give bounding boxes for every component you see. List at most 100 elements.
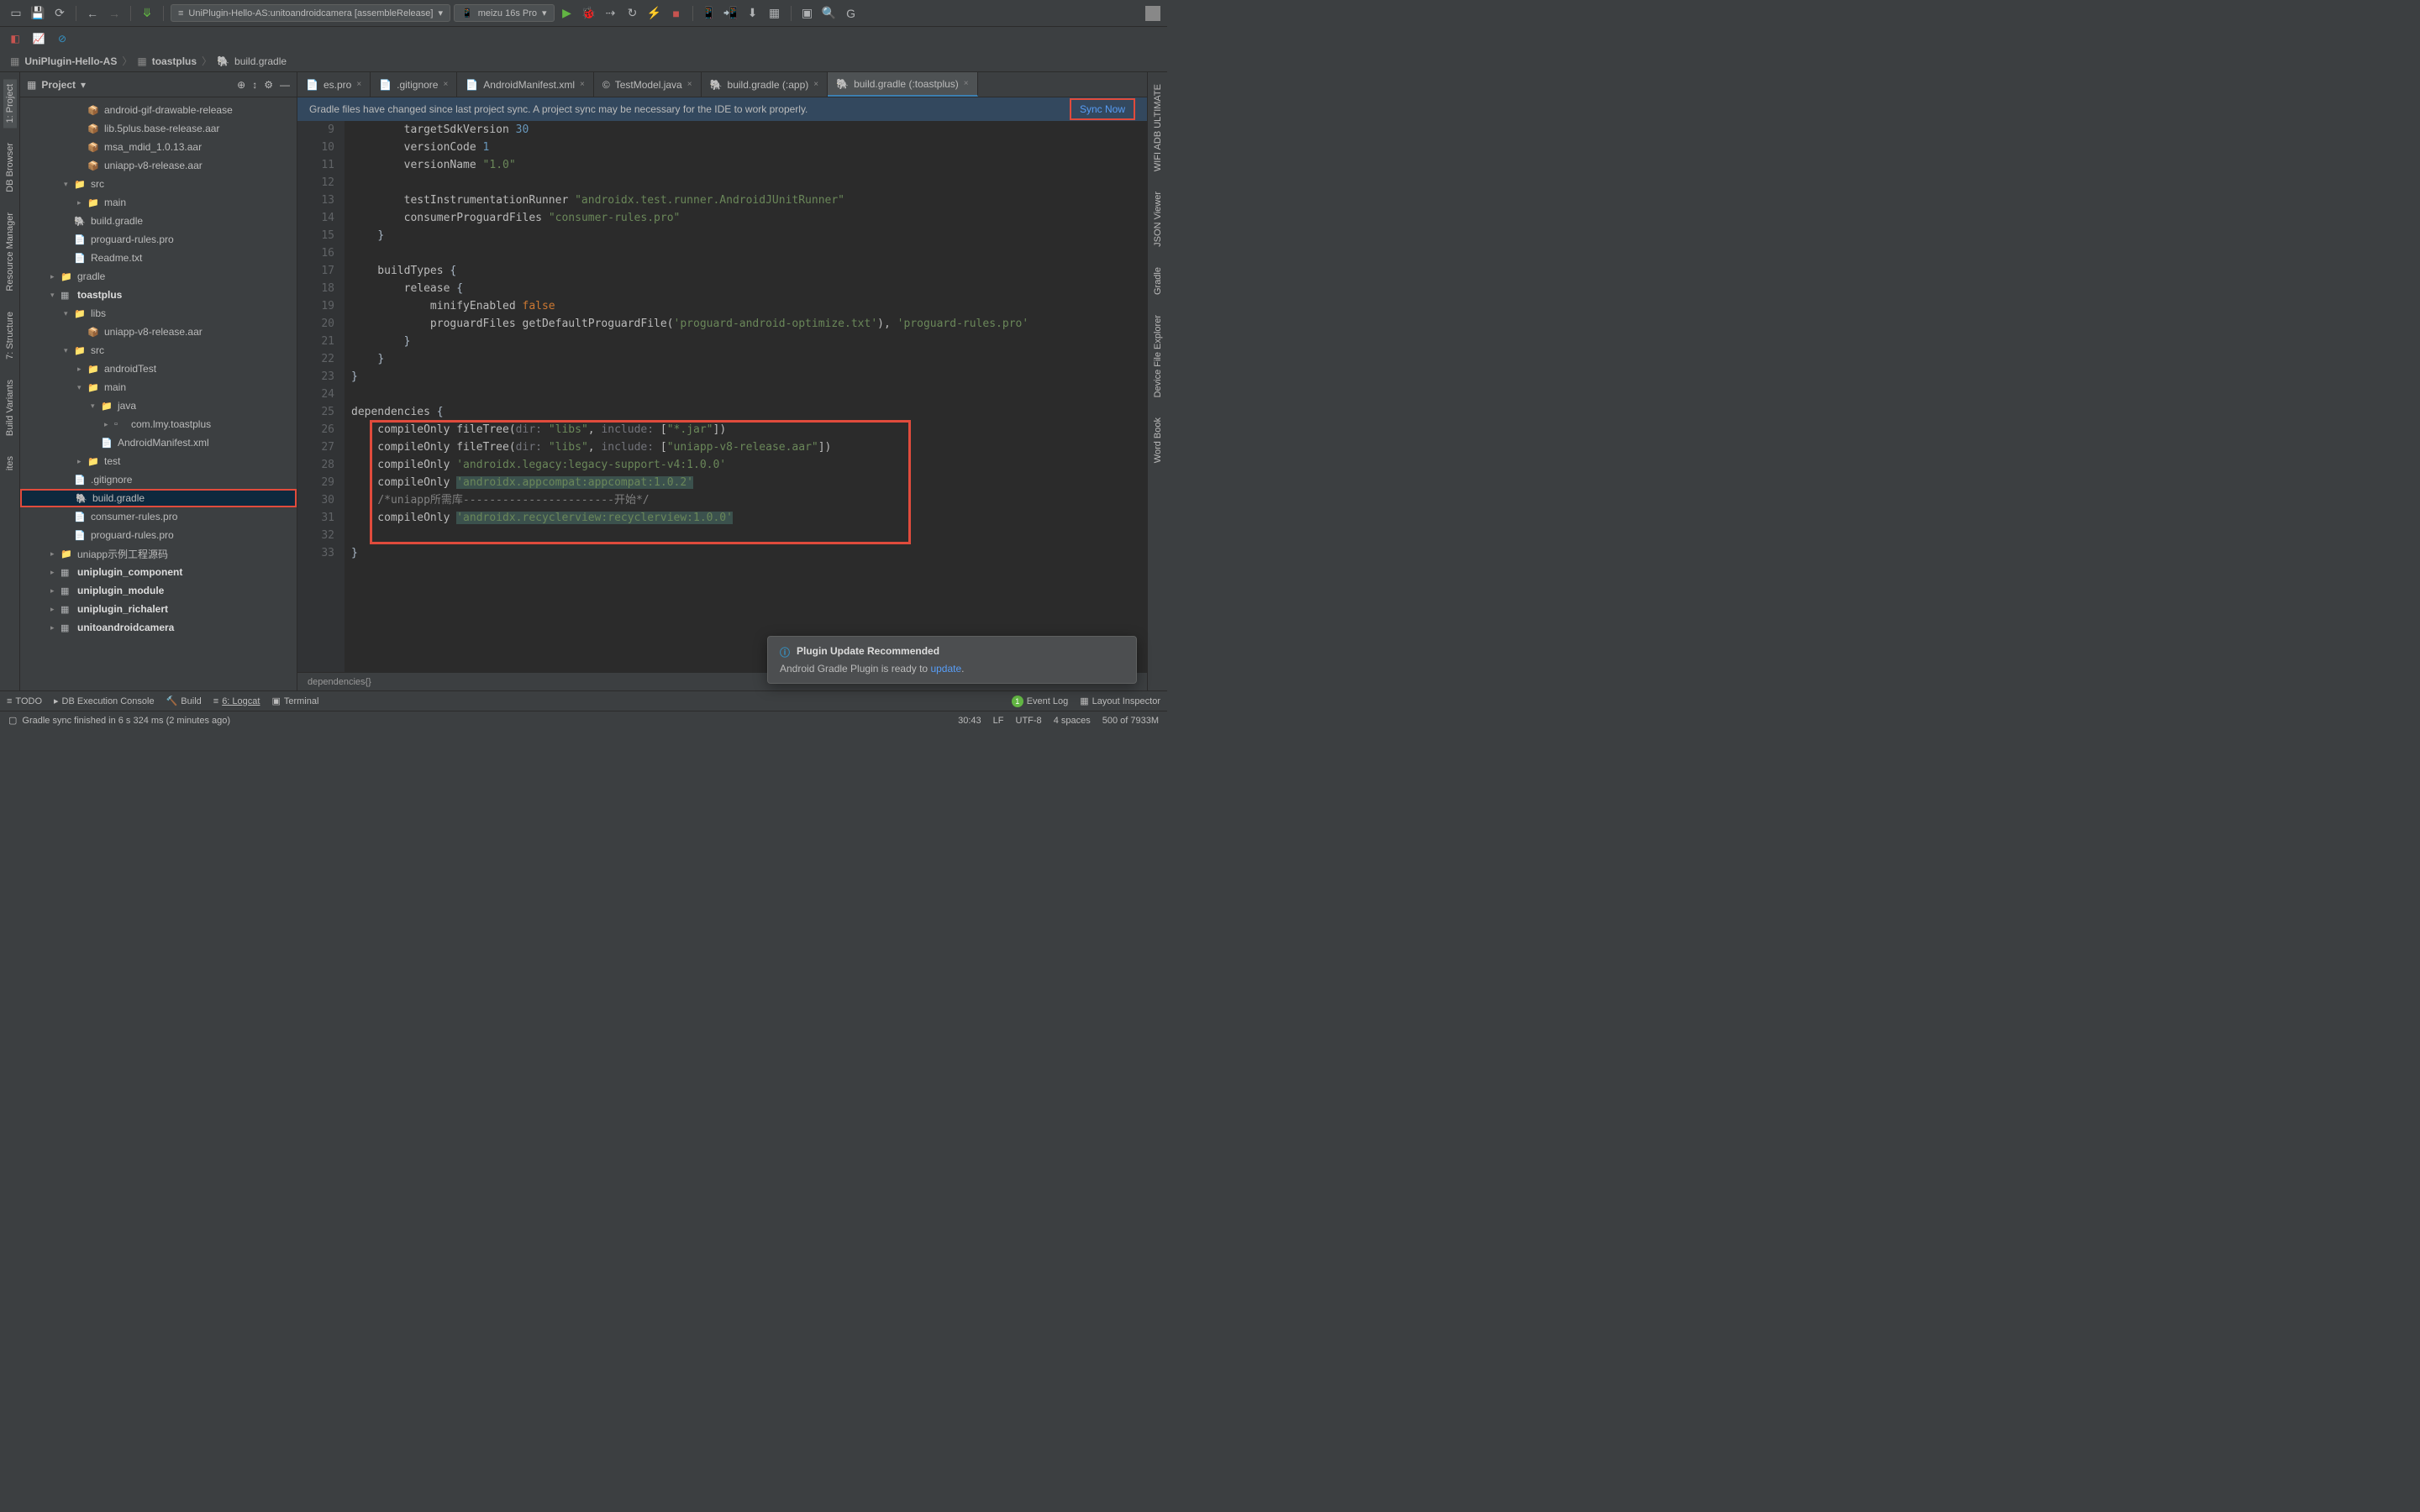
tree-item-uniapp-v8-release-aar[interactable]: 📦uniapp-v8-release.aar	[20, 156, 297, 175]
hide-icon[interactable]: —	[280, 79, 290, 91]
rail-gradle[interactable]: Gradle	[1151, 262, 1165, 300]
plugin-update-popup: ⓘ Plugin Update Recommended Android Grad…	[767, 636, 1137, 684]
block-icon[interactable]: ⊘	[54, 30, 71, 47]
structure-icon[interactable]: ▦	[765, 4, 784, 23]
tab-androidmanifest-xml[interactable]: 📄AndroidManifest.xml×	[457, 72, 594, 97]
close-icon[interactable]: ×	[356, 80, 361, 89]
logcat-button[interactable]: ≡6: Logcat	[213, 696, 260, 706]
tree-item-build-gradle[interactable]: 🐘build.gradle	[20, 212, 297, 230]
update-link[interactable]: update	[930, 663, 961, 675]
rail-favorites[interactable]: ites	[3, 451, 17, 475]
rail-device-explorer[interactable]: Device File Explorer	[1151, 310, 1165, 402]
capture-icon[interactable]: ▣	[798, 4, 817, 23]
avd-icon[interactable]: 📱	[700, 4, 718, 23]
tree-item-uniplugin-richalert[interactable]: ▸▦uniplugin_richalert	[20, 600, 297, 618]
back-icon[interactable]: ←	[83, 4, 102, 23]
rail-project[interactable]: 1: Project	[3, 79, 17, 128]
rail-wifi-adb[interactable]: WIFI ADB ULTIMATE	[1151, 79, 1165, 176]
event-log-button[interactable]: 1Event Log	[1012, 696, 1069, 707]
collapse-icon[interactable]: ↕	[252, 79, 257, 91]
tree-item-unitoandroidcamera[interactable]: ▸▦unitoandroidcamera	[20, 618, 297, 637]
tree-item-test[interactable]: ▸📁test	[20, 452, 297, 470]
tree-item-android-gif-drawable-release[interactable]: 📦android-gif-drawable-release	[20, 101, 297, 119]
tree-item-libs[interactable]: ▾📁libs	[20, 304, 297, 323]
attach-icon[interactable]: ⚡	[645, 4, 664, 23]
tree-item-build-gradle[interactable]: 🐘build.gradle	[20, 489, 297, 507]
tree-item-main[interactable]: ▸📁main	[20, 193, 297, 212]
encoding[interactable]: UTF-8	[1016, 716, 1042, 726]
close-icon[interactable]: ×	[964, 79, 969, 88]
settings-icon[interactable]: ⚙	[264, 79, 273, 91]
rail-word-book[interactable]: Word Book	[1151, 412, 1165, 468]
tree-item-main[interactable]: ▾📁main	[20, 378, 297, 396]
run-config-select[interactable]: ≡ UniPlugin-Hello-AS:unitoandroidcamera …	[171, 4, 450, 22]
tree-item-com-lmy-toastplus[interactable]: ▸▫com.lmy.toastplus	[20, 415, 297, 433]
translate-icon[interactable]: G	[842, 4, 860, 23]
sync-now-button[interactable]: Sync Now	[1070, 98, 1135, 120]
build-icon[interactable]: ⤋	[138, 4, 156, 23]
rail-structure[interactable]: 7: Structure	[3, 307, 17, 365]
close-icon[interactable]: ×	[813, 80, 818, 89]
breadcrumb-module[interactable]: toastplus	[152, 55, 197, 67]
tree-item-readme-txt[interactable]: 📄Readme.txt	[20, 249, 297, 267]
tree-item-lib-5plus-base-release-aar[interactable]: 📦lib.5plus.base-release.aar	[20, 119, 297, 138]
save-icon[interactable]: 💾	[29, 4, 47, 23]
rail-db-browser[interactable]: DB Browser	[3, 138, 17, 197]
tree-item-src[interactable]: ▾📁src	[20, 341, 297, 360]
tree-item-java[interactable]: ▾📁java	[20, 396, 297, 415]
line-ending[interactable]: LF	[993, 716, 1004, 726]
device-select[interactable]: 📱 meizu 16s Pro ▾	[454, 4, 555, 22]
tree-item-uniplugin-component[interactable]: ▸▦uniplugin_component	[20, 563, 297, 581]
tab-es-pro[interactable]: 📄es.pro×	[297, 72, 371, 97]
rail-build-variants[interactable]: Build Variants	[3, 375, 17, 441]
tree-item-msa-mdid-1-0-13-aar[interactable]: 📦msa_mdid_1.0.13.aar	[20, 138, 297, 156]
tree-item-consumer-rules-pro[interactable]: 📄consumer-rules.pro	[20, 507, 297, 526]
terminal-button[interactable]: ▣Terminal	[271, 696, 318, 706]
stop-icon[interactable]: ■	[667, 4, 686, 23]
memory[interactable]: 500 of 7933M	[1102, 716, 1159, 726]
close-icon[interactable]: ×	[687, 80, 692, 89]
rail-resource-manager[interactable]: Resource Manager	[3, 207, 17, 297]
debug-icon[interactable]: 🐞	[580, 4, 598, 23]
rail-json-viewer[interactable]: JSON Viewer	[1151, 186, 1165, 252]
open-icon[interactable]: ▭	[7, 4, 25, 23]
build-button[interactable]: 🔨Build	[166, 696, 202, 706]
tab-testmodel-java[interactable]: ©TestModel.java×	[594, 72, 702, 97]
indent[interactable]: 4 spaces	[1054, 716, 1091, 726]
breadcrumb-project[interactable]: UniPlugin-Hello-AS	[24, 55, 117, 67]
tree-item-proguard-rules-pro[interactable]: 📄proguard-rules.pro	[20, 526, 297, 544]
tree-item-androidmanifest-xml[interactable]: 📄AndroidManifest.xml	[20, 433, 297, 452]
sync-gradle-icon[interactable]: ⬇	[744, 4, 762, 23]
bottom-tool-bar: ≡TODO ▸DB Execution Console 🔨Build ≡6: L…	[0, 690, 1167, 711]
code-editor[interactable]: 9101112131415161718192021222324252627282…	[297, 121, 1147, 672]
close-icon[interactable]: ×	[580, 80, 585, 89]
search-icon[interactable]: 🔍	[820, 4, 839, 23]
chart-icon[interactable]: 📈	[30, 30, 47, 47]
tree-item-src[interactable]: ▾📁src	[20, 175, 297, 193]
profile-icon[interactable]: ↻	[623, 4, 642, 23]
breadcrumb-file[interactable]: build.gradle	[234, 55, 287, 67]
layout-inspector-button[interactable]: ▦Layout Inspector	[1080, 696, 1160, 706]
tree-item--gitignore[interactable]: 📄.gitignore	[20, 470, 297, 489]
todo-button[interactable]: ≡TODO	[7, 696, 42, 706]
run-icon[interactable]: ▶	[558, 4, 576, 23]
sdk-icon[interactable]: 📲	[722, 4, 740, 23]
tree-item-uniapp-v8-release-aar[interactable]: 📦uniapp-v8-release.aar	[20, 323, 297, 341]
forward-icon[interactable]: →	[105, 4, 124, 23]
user-icon[interactable]	[1145, 6, 1160, 21]
tree-item-androidtest[interactable]: ▸📁androidTest	[20, 360, 297, 378]
tree-item-proguard-rules-pro[interactable]: 📄proguard-rules.pro	[20, 230, 297, 249]
tab-build-gradle---toastplus-[interactable]: 🐘build.gradle (:toastplus)×	[828, 72, 978, 97]
target-icon[interactable]: ⊕	[237, 79, 245, 91]
db-console-button[interactable]: ▸DB Execution Console	[54, 696, 155, 706]
tab--gitignore[interactable]: 📄.gitignore×	[371, 72, 457, 97]
project-tree[interactable]: 📦android-gif-drawable-release📦lib.5plus.…	[20, 97, 297, 690]
tree-item-toastplus[interactable]: ▾▦toastplus	[20, 286, 297, 304]
tree-item-gradle[interactable]: ▸📁gradle	[20, 267, 297, 286]
sync-icon[interactable]: ⟳	[50, 4, 69, 23]
coverage-icon[interactable]: ⇢	[602, 4, 620, 23]
tab-build-gradle---app-[interactable]: 🐘build.gradle (:app)×	[702, 72, 829, 97]
tree-item-uniapp------[interactable]: ▸📁uniapp示例工程源码	[20, 544, 297, 563]
close-icon[interactable]: ×	[443, 80, 448, 89]
tree-item-uniplugin-module[interactable]: ▸▦uniplugin_module	[20, 581, 297, 600]
